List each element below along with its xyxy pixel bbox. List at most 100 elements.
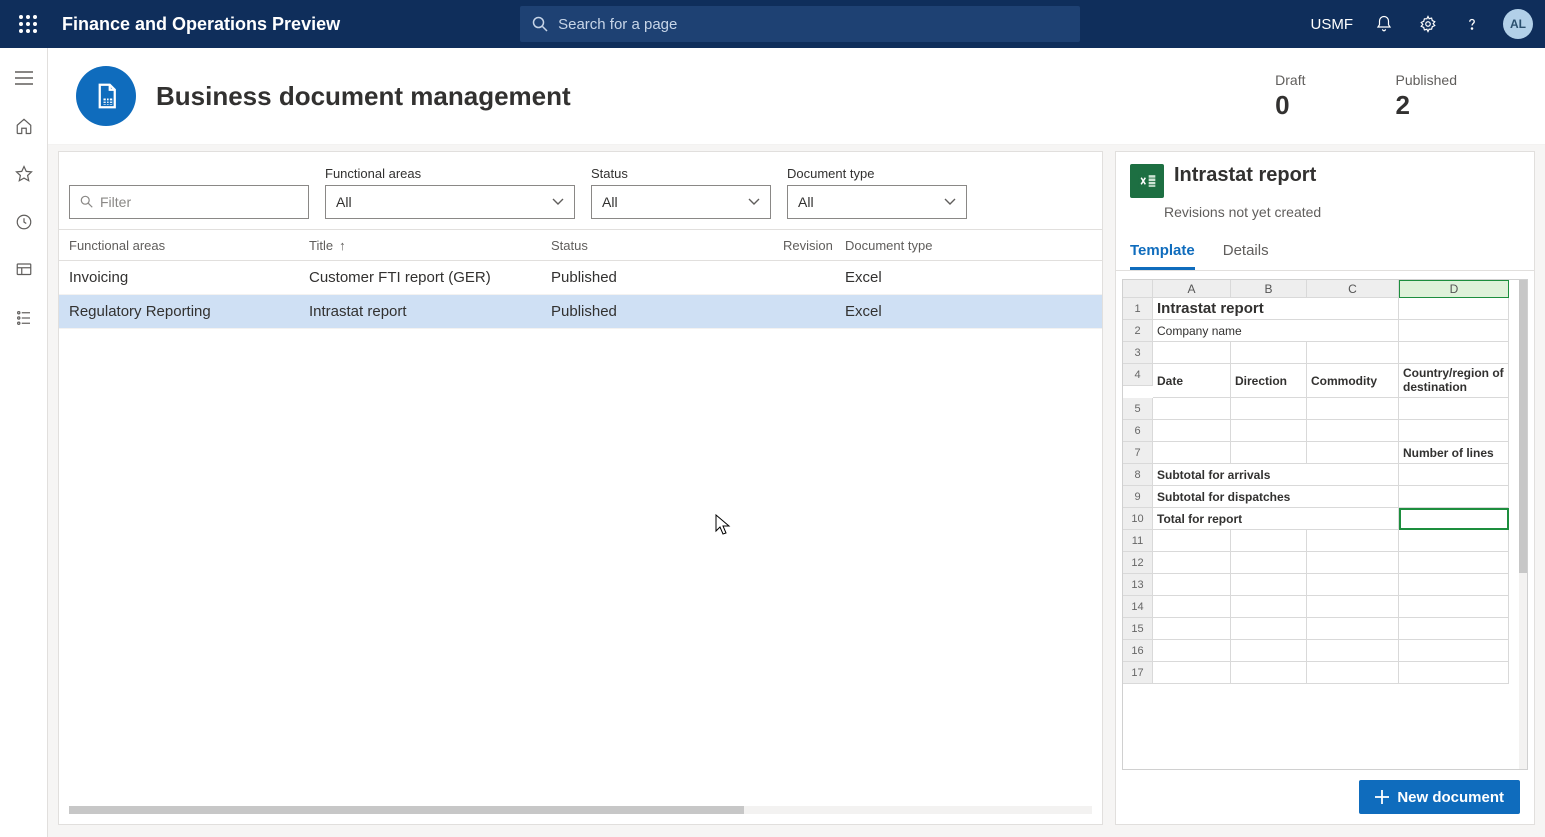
functional-areas-select[interactable]: All <box>325 185 575 219</box>
app-title: Finance and Operations Preview <box>62 14 340 35</box>
column-header-revision[interactable]: Revision <box>773 238 835 253</box>
sheet-cell: 8 <box>1123 464 1153 486</box>
sheet-cell <box>1307 662 1399 684</box>
stat-draft-value: 0 <box>1275 90 1305 121</box>
doctype-filter-label: Document type <box>787 166 967 181</box>
new-document-button[interactable]: New document <box>1359 780 1520 814</box>
sheet-cell: 3 <box>1123 342 1153 364</box>
cell-title: Intrastat report <box>299 303 541 320</box>
search-icon <box>532 16 548 32</box>
sheet-cell: 10 <box>1123 508 1153 530</box>
sheet-cell: Country/region of destination <box>1399 364 1509 398</box>
sheet-cell <box>1153 442 1231 464</box>
sheet-cell: 16 <box>1123 640 1153 662</box>
tab-details[interactable]: Details <box>1223 242 1269 270</box>
table-row[interactable]: InvoicingCustomer FTI report (GER)Publis… <box>59 261 1102 295</box>
plus-icon <box>1375 790 1389 804</box>
cell-doctype: Excel <box>835 269 1025 286</box>
sheet-cell: Subtotal for arrivals <box>1153 464 1399 486</box>
sheet-cell: 9 <box>1123 486 1153 508</box>
table-header-row: Functional areas Title ↑ Status Revision… <box>59 229 1102 261</box>
recent-clock-icon[interactable] <box>12 210 36 234</box>
sheet-cell: 6 <box>1123 420 1153 442</box>
user-avatar[interactable]: AL <box>1503 9 1533 39</box>
chevron-down-icon <box>944 198 956 206</box>
sheet-cell: Direction <box>1231 364 1307 398</box>
sheet-cell <box>1307 640 1399 662</box>
sheet-cell <box>1399 320 1509 342</box>
sheet-cell <box>1399 508 1509 530</box>
sheet-cell: C <box>1307 280 1399 298</box>
sheet-cell <box>1307 420 1399 442</box>
column-header-doctype[interactable]: Document type <box>835 238 1025 253</box>
sheet-cell <box>1399 596 1509 618</box>
sheet-cell <box>1399 342 1509 364</box>
doctype-select[interactable]: All <box>787 185 967 219</box>
column-header-title[interactable]: Title ↑ <box>299 238 541 253</box>
status-filter-label: Status <box>591 166 771 181</box>
hamburger-menu-icon[interactable] <box>12 66 36 90</box>
notifications-icon[interactable] <box>1371 11 1397 37</box>
sheet-cell <box>1307 442 1399 464</box>
sheet-cell <box>1231 530 1307 552</box>
cell-status: Published <box>541 303 773 320</box>
page-title: Business document management <box>156 81 571 112</box>
sheet-cell: A <box>1153 280 1231 298</box>
sheet-cell <box>1153 662 1231 684</box>
company-selector[interactable]: USMF <box>1311 16 1354 33</box>
detail-subtitle: Revisions not yet created <box>1164 204 1534 220</box>
sheet-cell <box>1307 618 1399 640</box>
sheet-cell: 4 <box>1123 364 1153 386</box>
doctype-value: All <box>798 194 814 210</box>
settings-gear-icon[interactable] <box>1415 11 1441 37</box>
column-header-functional-areas[interactable]: Functional areas <box>59 238 299 253</box>
sheet-cell <box>1153 552 1231 574</box>
table-row[interactable]: Regulatory ReportingIntrastat reportPubl… <box>59 295 1102 329</box>
sheet-cell: 13 <box>1123 574 1153 596</box>
chevron-down-icon <box>552 198 564 206</box>
filter-placeholder: Filter <box>100 194 131 210</box>
sheet-cell <box>1231 662 1307 684</box>
sheet-cell <box>1399 530 1509 552</box>
detail-title: Intrastat report <box>1174 164 1316 187</box>
cell-status: Published <box>541 269 773 286</box>
favorites-star-icon[interactable] <box>12 162 36 186</box>
top-navigation-bar: Finance and Operations Preview Search fo… <box>0 0 1545 48</box>
filter-search-icon <box>80 195 94 209</box>
cell-title: Customer FTI report (GER) <box>299 269 541 286</box>
stat-draft-label: Draft <box>1275 72 1305 88</box>
sheet-cell <box>1307 552 1399 574</box>
tab-template[interactable]: Template <box>1130 242 1195 270</box>
sheet-cell: 17 <box>1123 662 1153 684</box>
sheet-cell: Total for report <box>1153 508 1399 530</box>
sheet-cell: 14 <box>1123 596 1153 618</box>
column-header-status[interactable]: Status <box>541 238 773 253</box>
sheet-cell <box>1399 486 1509 508</box>
chevron-down-icon <box>748 198 760 206</box>
stat-published-label: Published <box>1396 72 1458 88</box>
sheet-cell: Number of lines <box>1399 442 1509 464</box>
help-icon[interactable] <box>1459 11 1485 37</box>
search-input[interactable]: Search for a page <box>520 6 1080 42</box>
status-select[interactable]: All <box>591 185 771 219</box>
modules-icon[interactable] <box>12 306 36 330</box>
sheet-cell <box>1231 342 1307 364</box>
functional-areas-label: Functional areas <box>325 166 575 181</box>
cell-doctype: Excel <box>835 303 1025 320</box>
excel-icon <box>1130 164 1164 198</box>
page-header: Business document management Draft 0 Pub… <box>48 48 1545 145</box>
sheet-cell <box>1231 640 1307 662</box>
home-icon[interactable] <box>12 114 36 138</box>
horizontal-scrollbar[interactable] <box>69 806 1092 814</box>
sheet-cell <box>1399 618 1509 640</box>
sheet-cell <box>1153 398 1231 420</box>
spreadsheet-preview: ABCD1Intrastat report2Company name34Date… <box>1116 271 1534 770</box>
search-placeholder: Search for a page <box>558 16 677 33</box>
sheet-cell: D <box>1399 280 1509 298</box>
filter-input[interactable]: Filter <box>69 185 309 219</box>
status-value: All <box>602 194 618 210</box>
workspaces-icon[interactable] <box>12 258 36 282</box>
app-launcher-icon[interactable] <box>12 8 44 40</box>
sheet-cell <box>1307 342 1399 364</box>
vertical-scrollbar[interactable] <box>1519 280 1527 769</box>
